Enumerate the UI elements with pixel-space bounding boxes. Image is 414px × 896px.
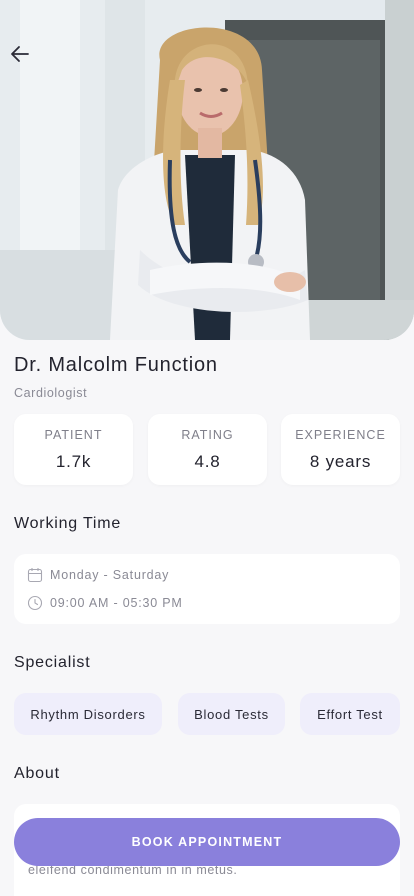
stat-value: 1.7k [55,452,92,471]
working-days-row: Monday - Saturday [27,567,169,583]
doctor-photo-illustration [0,0,414,340]
stat-label: RATING [181,428,234,442]
about-title: About [14,765,60,782]
calendar-icon [27,567,43,583]
working-time-title: Working Time [14,515,122,532]
doctor-name: Dr. Malcolm Function [14,354,218,376]
specialist-chip-rhythm-disorders[interactable]: Rhythm Disorders [14,693,162,735]
working-time-card: Monday - Saturday 09:00 AM - 05:30 PM [14,554,400,624]
stat-label: EXPERIENCE [295,428,386,442]
book-appointment-button[interactable]: BOOK APPOINTMENT [14,818,400,866]
chip-label: Rhythm Disorders [30,706,146,722]
back-button[interactable] [8,42,40,74]
stat-experience: EXPERIENCE 8 years [281,414,400,485]
working-days: Monday - Saturday [50,568,170,582]
chip-label: Effort Test [317,706,383,722]
stat-label: PATIENT [44,428,103,442]
stat-patient: PATIENT 1.7k [14,414,133,485]
stat-value: 8 years [309,452,372,471]
chip-label: Blood Tests [194,706,269,722]
specialist-chip-effort-test[interactable]: Effort Test [300,693,400,735]
stat-rating: RATING 4.8 [148,414,267,485]
working-hours-row: 09:00 AM - 05:30 PM [27,595,183,611]
doctor-photo [0,0,414,340]
clock-icon [27,595,43,611]
doctor-specialty: Cardiologist [14,386,88,400]
working-hours: 09:00 AM - 05:30 PM [50,596,183,610]
specialist-chip-blood-tests[interactable]: Blood Tests [178,693,285,735]
stat-value: 4.8 [194,452,221,471]
specialist-title: Specialist [14,654,91,671]
